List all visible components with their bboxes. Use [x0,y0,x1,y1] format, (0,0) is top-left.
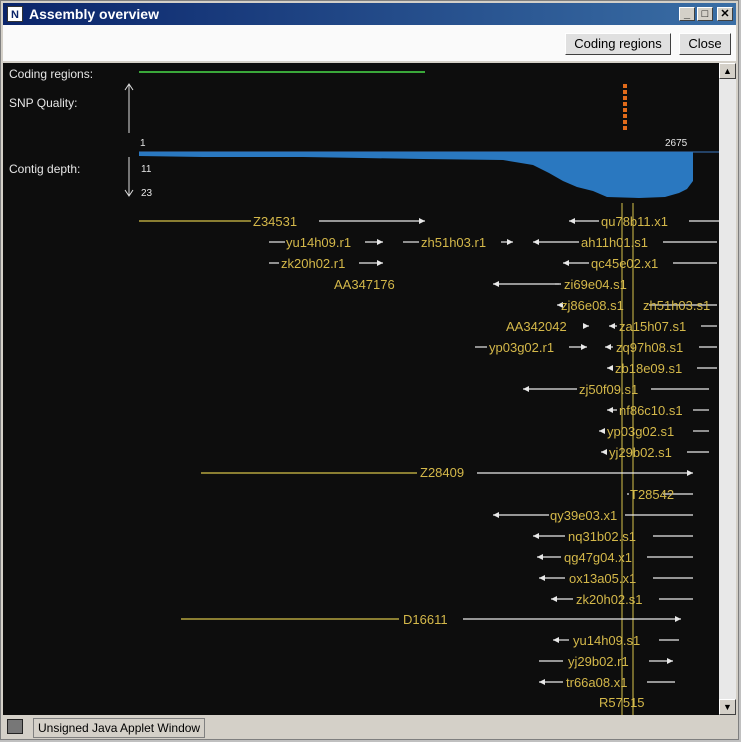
read-arrowhead [419,218,425,224]
read-label[interactable]: D16611 [403,612,448,627]
contig-depth-profile [139,152,693,198]
read-label[interactable]: tr66a08.x1 [566,675,627,690]
read-label[interactable]: Z34531 [253,214,297,229]
read-arrowhead [609,323,615,329]
status-text: Unsigned Java Applet Window [33,718,206,738]
read-arrowhead [533,533,539,539]
read-label[interactable]: R57515 [599,695,645,710]
read-label[interactable]: zj86e08.s1 [561,298,624,313]
read-label[interactable]: yu14h09.r1 [286,235,351,250]
read-label[interactable]: zq97h08.s1 [616,340,683,355]
read-arrowhead [605,344,611,350]
read-label[interactable]: T28542 [630,487,674,502]
read-arrowhead [533,239,539,245]
toolbar: Coding regions Close [3,25,736,61]
close-window-button[interactable]: ✕ [717,7,733,21]
scroll-up-icon[interactable]: ▲ [719,63,736,79]
read-arrowhead [667,658,673,664]
assembly-window: N Assembly overview _ □ ✕ Coding regions… [0,0,739,740]
read-label[interactable]: yj29b02.r1 [568,654,629,669]
read-label[interactable]: AA347176 [334,277,395,292]
read-arrowhead [601,449,607,455]
read-label[interactable]: zh51h03.r1 [421,235,486,250]
read-arrowhead [539,575,545,581]
java-app-icon: N [7,6,23,22]
read-label[interactable]: nq31b02.s1 [568,529,636,544]
read-arrowhead [553,637,559,643]
read-arrowhead [507,239,513,245]
minimize-button[interactable]: _ [679,7,695,21]
read-label[interactable]: ah11h01.s1 [581,235,648,250]
close-button[interactable]: Close [679,33,731,55]
read-arrowhead [377,239,383,245]
read-arrowhead [563,260,569,266]
snp-marker [623,84,627,130]
scroll-down-icon[interactable]: ▼ [719,699,736,715]
read-arrowhead [607,365,613,371]
read-label[interactable]: zk20h02.s1 [576,592,643,607]
read-label[interactable]: AA342042 [506,319,567,334]
window-title: Assembly overview [29,6,159,22]
read-arrowhead [599,428,605,434]
read-arrowhead [377,260,383,266]
assembly-canvas[interactable]: Coding regions: SNP Quality: Contig dept… [3,63,719,715]
maximize-button[interactable]: □ [697,7,713,21]
read-label[interactable]: yp03g02.s1 [607,424,674,439]
read-label[interactable]: yj29b02.s1 [609,445,672,460]
read-arrowhead [583,323,589,329]
read-label[interactable]: Z28409 [420,465,464,480]
read-label[interactable]: qc45e02.x1 [591,256,658,271]
coding-regions-button[interactable]: Coding regions [565,33,671,55]
read-label[interactable]: qy39e03.x1 [550,508,617,523]
read-arrowhead [493,281,499,287]
applet-warning-icon [7,719,23,734]
read-label[interactable]: qu78b11.x1 [601,214,668,229]
read-label[interactable]: zb18e09.s1 [615,361,682,376]
title-bar[interactable]: N Assembly overview _ □ ✕ [3,3,736,25]
status-bar: Unsigned Java Applet Window [3,716,736,738]
read-arrowhead [523,386,529,392]
read-arrowhead [675,616,681,622]
read-label[interactable]: qg47g04.x1 [564,550,632,565]
read-label[interactable]: zh51h03.s1 [643,298,710,313]
vertical-scrollbar[interactable]: ▲ ▼ [719,63,736,715]
read-arrowhead [687,470,693,476]
read-label[interactable]: yp03g02.r1 [489,340,554,355]
read-arrowhead [607,407,613,413]
read-arrowhead [537,554,543,560]
read-label[interactable]: ox13a05.x1 [569,571,636,586]
read-arrowhead [539,679,545,685]
read-arrowhead [581,344,587,350]
read-label[interactable]: nf86c10.s1 [619,403,683,418]
read-label[interactable]: yu14h09.s1 [573,633,640,648]
read-arrowhead [493,512,499,518]
read-arrowhead [551,596,557,602]
read-label[interactable]: za15h07.s1 [619,319,686,334]
read-arrowhead [569,218,575,224]
read-label[interactable]: zk20h02.r1 [281,256,345,271]
read-label[interactable]: zj50f09.s1 [579,382,638,397]
read-label[interactable]: zi69e04.s1 [564,277,627,292]
